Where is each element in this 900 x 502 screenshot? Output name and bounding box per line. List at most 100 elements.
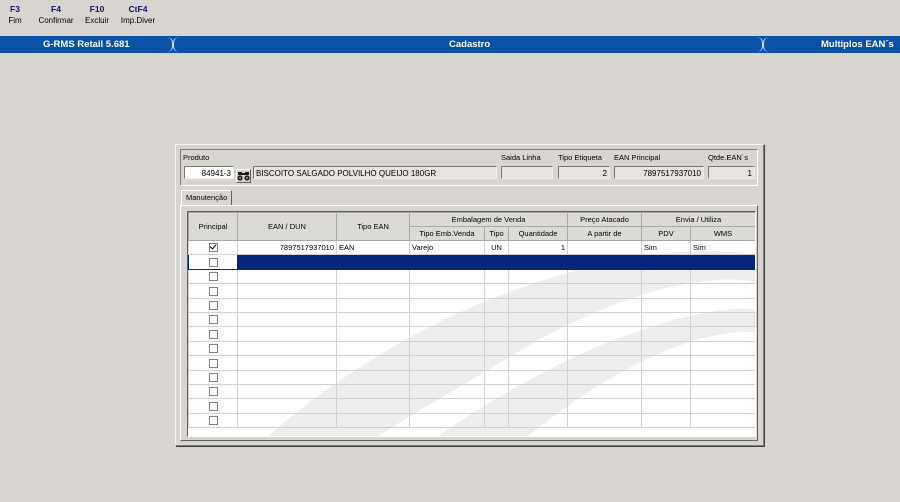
tipo-cell[interactable] xyxy=(484,398,509,414)
qtd-cell[interactable] xyxy=(508,311,568,328)
fkey-confirmar[interactable]: F4 Confirmar xyxy=(36,4,76,26)
fkey-excluir[interactable]: F10 Excluir xyxy=(83,4,111,26)
tipo-cell[interactable] xyxy=(484,311,509,328)
wms-cell[interactable] xyxy=(690,297,755,313)
wms-cell[interactable] xyxy=(690,369,755,385)
tab-manutencao[interactable]: Manutenção xyxy=(181,190,233,205)
table-row[interactable] xyxy=(188,383,755,400)
tipo-emb-cell[interactable] xyxy=(409,369,485,385)
tipo-emb-cell[interactable] xyxy=(409,326,485,342)
wms-cell[interactable] xyxy=(690,254,755,270)
principal-checkbox[interactable] xyxy=(208,387,218,397)
wms-cell[interactable] xyxy=(690,283,755,299)
table-row[interactable] xyxy=(188,326,755,342)
pdv-cell[interactable] xyxy=(641,283,691,299)
principal-checkbox[interactable] xyxy=(208,416,218,426)
table-row[interactable] xyxy=(188,355,755,371)
tipo-ean-cell[interactable] xyxy=(336,297,410,313)
tipo-cell[interactable] xyxy=(484,383,509,400)
tipo-emb-cell[interactable] xyxy=(409,398,485,414)
tipo-ean-cell[interactable] xyxy=(336,340,410,357)
tipo-ean-cell[interactable] xyxy=(336,283,410,299)
wms-cell[interactable]: Sim xyxy=(690,239,755,256)
wms-cell[interactable] xyxy=(690,355,755,371)
ean-cell[interactable] xyxy=(237,311,337,328)
tipo-cell[interactable]: UN xyxy=(484,239,509,256)
ean-cell[interactable] xyxy=(237,355,337,371)
a-partir-cell[interactable] xyxy=(567,239,642,256)
qtd-cell[interactable] xyxy=(508,369,568,385)
qtd-cell[interactable] xyxy=(508,268,568,285)
a-partir-cell[interactable] xyxy=(567,369,642,385)
principal-cell[interactable] xyxy=(188,326,238,342)
tipo-cell[interactable] xyxy=(484,340,509,357)
tipo-cell[interactable] xyxy=(484,283,509,299)
wms-cell[interactable] xyxy=(690,268,755,285)
table-row[interactable] xyxy=(188,254,755,270)
pdv-cell[interactable] xyxy=(641,355,691,371)
pdv-cell[interactable] xyxy=(641,254,691,270)
principal-cell[interactable] xyxy=(188,239,238,256)
tipo-ean-cell[interactable] xyxy=(336,311,410,328)
principal-cell[interactable] xyxy=(188,283,238,299)
tipo-cell[interactable] xyxy=(484,369,509,385)
a-partir-cell[interactable] xyxy=(567,412,642,429)
pdv-cell[interactable] xyxy=(641,268,691,285)
col-pdv[interactable]: PDV xyxy=(641,226,691,241)
qtd-cell[interactable] xyxy=(508,254,568,270)
a-partir-cell[interactable] xyxy=(567,326,642,342)
ean-cell[interactable] xyxy=(237,326,337,342)
table-row[interactable] xyxy=(188,398,755,414)
qtd-cell[interactable] xyxy=(508,326,568,342)
pdv-cell[interactable] xyxy=(641,383,691,400)
tipo-ean-cell[interactable] xyxy=(336,268,410,285)
ean-cell[interactable] xyxy=(237,268,337,285)
principal-checkbox[interactable] xyxy=(208,301,218,311)
pdv-cell[interactable] xyxy=(641,412,691,429)
pdv-cell[interactable] xyxy=(641,326,691,342)
col-principal[interactable]: Principal xyxy=(188,212,238,241)
tipo-cell[interactable] xyxy=(484,326,509,342)
principal-checkbox[interactable] xyxy=(208,344,218,354)
ean-cell[interactable] xyxy=(237,283,337,299)
a-partir-cell[interactable] xyxy=(567,398,642,414)
tipo-cell[interactable] xyxy=(484,355,509,371)
tipo-emb-cell[interactable]: Varejo xyxy=(409,239,485,256)
col-wms[interactable]: WMS xyxy=(690,226,755,241)
ean-cell[interactable] xyxy=(237,369,337,385)
a-partir-cell[interactable] xyxy=(567,355,642,371)
a-partir-cell[interactable] xyxy=(567,254,642,270)
tipo-ean-cell[interactable]: EAN xyxy=(336,239,410,256)
tipo-ean-cell[interactable] xyxy=(336,326,410,342)
tipo-ean-cell[interactable] xyxy=(336,383,410,400)
tipo-emb-cell[interactable] xyxy=(409,297,485,313)
ean-cell[interactable] xyxy=(237,398,337,414)
ean-cell[interactable]: 7897517937010 xyxy=(237,239,337,256)
principal-cell[interactable] xyxy=(188,297,238,313)
tipo-emb-cell[interactable] xyxy=(409,340,485,357)
principal-checkbox[interactable] xyxy=(208,315,218,325)
ean-cell[interactable] xyxy=(237,254,337,270)
principal-checkbox[interactable] xyxy=(208,372,218,382)
principal-cell[interactable] xyxy=(188,369,238,385)
a-partir-cell[interactable] xyxy=(567,283,642,299)
principal-checkbox[interactable] xyxy=(208,358,218,368)
wms-cell[interactable] xyxy=(690,412,755,429)
col-ean-dun[interactable]: EAN / DUN xyxy=(237,212,337,241)
ean-cell[interactable] xyxy=(237,297,337,313)
fkey-imp-diver[interactable]: CtF4 Imp.Diver xyxy=(118,4,158,26)
qtd-cell[interactable] xyxy=(508,398,568,414)
table-row[interactable] xyxy=(188,412,755,429)
col-tipo[interactable]: Tipo xyxy=(484,226,509,241)
principal-cell[interactable] xyxy=(188,268,238,285)
principal-checkbox[interactable] xyxy=(208,257,218,267)
a-partir-cell[interactable] xyxy=(567,340,642,357)
wms-cell[interactable] xyxy=(690,340,755,357)
tipo-ean-cell[interactable] xyxy=(336,398,410,414)
principal-cell[interactable] xyxy=(188,311,238,328)
col-tipo-ean[interactable]: Tipo EAN xyxy=(336,212,410,241)
tipo-emb-cell[interactable] xyxy=(409,268,485,285)
wms-cell[interactable] xyxy=(690,383,755,400)
tipo-ean-cell[interactable] xyxy=(336,355,410,371)
principal-checkbox[interactable] xyxy=(208,243,218,253)
